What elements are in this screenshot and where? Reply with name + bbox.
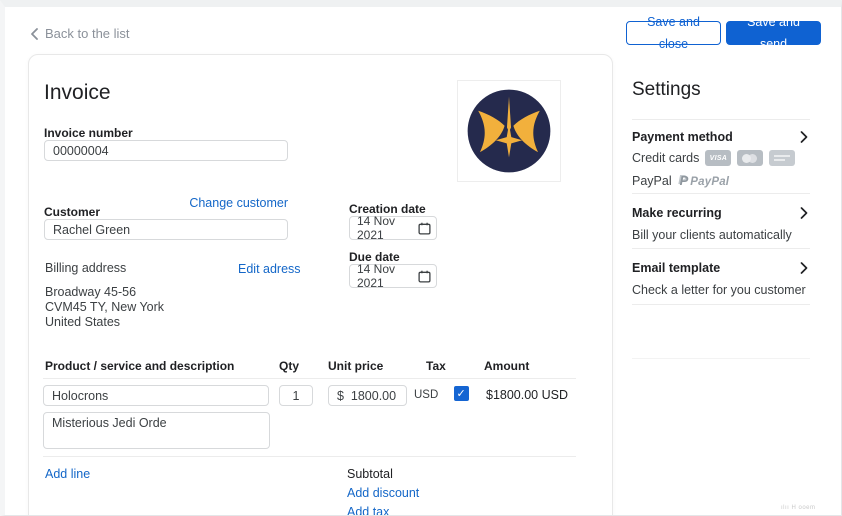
creation-date-value: 14 Nov 2021	[357, 214, 396, 242]
column-header-product: Product / service and description	[45, 359, 235, 373]
visa-card-icon: VISA	[705, 150, 732, 166]
add-discount-link[interactable]: Add discount	[347, 486, 419, 500]
table-header-divider	[43, 378, 576, 379]
paypal-row: PayPal P PayPal	[632, 173, 729, 188]
customer-input[interactable]	[44, 219, 288, 240]
back-to-list-label: Back to the list	[45, 26, 130, 41]
company-logo	[457, 80, 561, 182]
invoice-editor-page: Back to the list Save and close Save and…	[0, 0, 842, 516]
currency-label: USD	[414, 389, 439, 401]
settings-divider	[632, 248, 810, 249]
back-to-list-link[interactable]: Back to the list	[30, 26, 130, 41]
payment-method-row[interactable]: Payment method	[632, 130, 733, 144]
make-recurring-subtitle: Bill your clients automatically	[632, 228, 792, 242]
due-date-input[interactable]: 14 Nov 2021	[349, 262, 437, 290]
settings-divider	[632, 119, 810, 120]
table-footer-divider	[43, 456, 576, 457]
edit-address-link[interactable]: Edit adress	[238, 262, 301, 276]
calendar-icon	[418, 222, 431, 235]
chevron-right-icon[interactable]	[800, 131, 808, 143]
jedi-order-emblem-icon	[467, 89, 551, 173]
billing-address-label: Billing address	[45, 261, 127, 275]
billing-address-text: Broadway 45-56 CVM45 TY, New York United…	[45, 285, 164, 330]
line-amount-value: $1800.00 USD	[486, 388, 569, 402]
column-header-qty: Qty	[279, 359, 300, 373]
customer-label: Customer	[44, 205, 101, 219]
column-header-unit-price: Unit price	[328, 359, 384, 373]
due-date-value: 14 Nov 2021	[357, 262, 396, 290]
product-name-input[interactable]	[43, 385, 269, 406]
settings-divider	[632, 358, 810, 359]
subtotal-label: Subtotal	[347, 467, 393, 481]
settings-divider	[632, 304, 810, 305]
invoice-number-label: Invoice number	[44, 126, 133, 140]
chevron-left-icon	[31, 27, 38, 40]
quantity-input[interactable]	[279, 385, 313, 406]
add-tax-link[interactable]: Add tax	[347, 505, 389, 515]
column-header-tax: Tax	[426, 359, 446, 373]
column-header-amount: Amount	[484, 359, 530, 373]
invoice-card: Invoice Invoice number Change customer C…	[28, 54, 613, 515]
generic-card-icon	[769, 150, 796, 166]
invoice-title: Invoice	[44, 81, 111, 104]
watermark: ılıı H ooem	[781, 505, 816, 511]
settings-title: Settings	[632, 79, 701, 100]
unit-price-input[interactable]	[328, 385, 407, 406]
paypal-logo-icon: P PayPal	[679, 173, 730, 188]
credit-cards-label: Credit cards	[632, 151, 700, 165]
add-line-link[interactable]: Add line	[45, 467, 90, 481]
creation-date-input[interactable]: 14 Nov 2021	[349, 214, 437, 242]
credit-cards-row: Credit cards VISA	[632, 150, 796, 166]
address-line-1: Broadway 45-56	[45, 285, 137, 299]
paypal-label: PayPal	[632, 173, 672, 188]
address-line-3: United States	[45, 315, 121, 329]
settings-divider	[632, 193, 810, 194]
chevron-right-icon[interactable]	[800, 262, 808, 274]
product-description-textarea[interactable]: Misterious Jedi Orde	[43, 412, 270, 449]
make-recurring-row[interactable]: Make recurring	[632, 206, 722, 220]
email-template-subtitle: Check a letter for you customer	[632, 283, 806, 297]
invoice-number-input[interactable]	[44, 140, 288, 161]
chevron-right-icon[interactable]	[800, 207, 808, 219]
save-and-send-button[interactable]: Save and send	[726, 15, 821, 51]
email-template-row[interactable]: Email template	[632, 261, 720, 275]
mastercard-icon	[737, 150, 764, 166]
calendar-icon	[418, 270, 431, 283]
address-line-2: CVM45 TY, New York	[45, 300, 165, 314]
save-and-close-button[interactable]: Save and close	[626, 15, 721, 51]
tax-checkbox[interactable]	[454, 386, 469, 401]
